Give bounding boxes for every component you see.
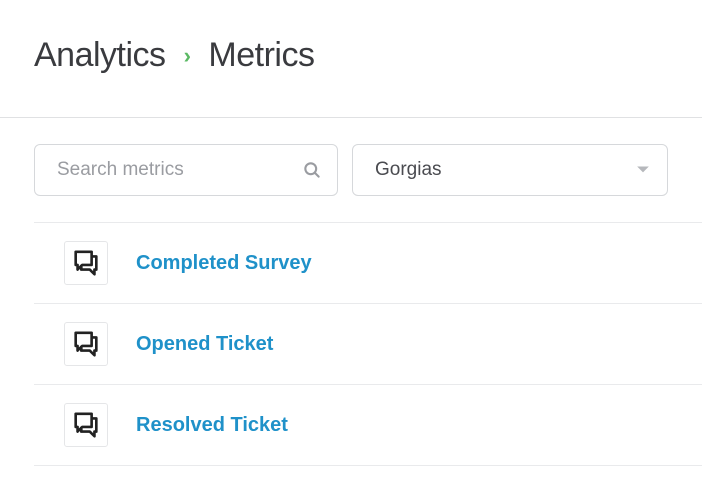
metric-icon-box xyxy=(64,241,108,285)
breadcrumb: Analytics › Metrics xyxy=(34,36,702,75)
metric-list: Completed Survey Opened Ticket Resolved … xyxy=(34,222,702,466)
metric-row[interactable]: Opened Ticket xyxy=(34,304,702,385)
chat-icon xyxy=(71,410,101,440)
metric-icon-box xyxy=(64,322,108,366)
breadcrumb-parent[interactable]: Analytics xyxy=(34,36,166,75)
integration-filter-select[interactable]: Gorgias xyxy=(352,144,668,196)
chat-icon xyxy=(71,248,101,278)
search-field-wrap xyxy=(34,144,338,196)
caret-down-icon xyxy=(636,165,650,175)
integration-filter-selected: Gorgias xyxy=(375,159,442,181)
metric-title: Resolved Ticket xyxy=(136,414,288,437)
metric-row[interactable]: Resolved Ticket xyxy=(34,385,702,466)
page-header: Analytics › Metrics xyxy=(0,0,702,117)
integration-filter-wrap: Gorgias xyxy=(352,144,668,196)
metric-row[interactable]: Completed Survey xyxy=(34,223,702,304)
search-icon xyxy=(302,160,322,180)
metric-icon-box xyxy=(64,403,108,447)
metric-title: Completed Survey xyxy=(136,252,312,275)
search-input[interactable] xyxy=(34,144,338,196)
breadcrumb-current: Metrics xyxy=(208,36,314,75)
controls-bar: Gorgias xyxy=(0,118,702,222)
chat-icon xyxy=(71,329,101,359)
metric-title: Opened Ticket xyxy=(136,333,273,356)
chevron-right-icon: › xyxy=(184,43,191,69)
